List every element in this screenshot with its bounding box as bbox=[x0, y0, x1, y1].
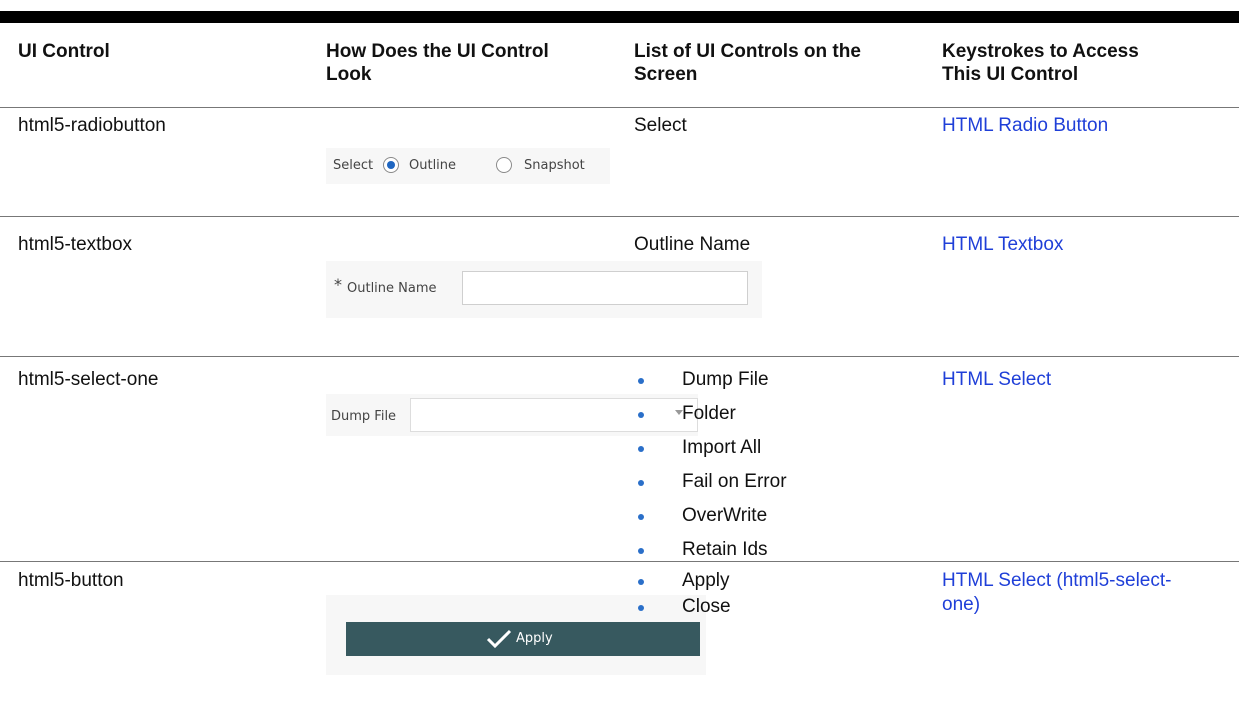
control-name: html5-button bbox=[18, 570, 124, 591]
list-item: Import All bbox=[634, 436, 787, 470]
control-name: html5-select-one bbox=[18, 369, 159, 390]
radio-outline[interactable] bbox=[383, 157, 399, 173]
required-mark: * bbox=[334, 275, 342, 294]
list-item: Dump File bbox=[634, 368, 787, 402]
control-name: html5-textbox bbox=[18, 234, 133, 255]
header-divider bbox=[0, 107, 1239, 108]
row-divider bbox=[0, 216, 1239, 217]
header-keystrokes: Keystrokes to Access This UI Control bbox=[942, 41, 1139, 85]
link-html-select[interactable]: HTML Select bbox=[942, 368, 1051, 392]
list-item: Folder bbox=[634, 402, 787, 436]
outline-name-input[interactable] bbox=[462, 271, 748, 305]
row-divider bbox=[0, 356, 1239, 357]
link-html-select-html5-select-one[interactable]: HTML Select (html5-select- one) bbox=[942, 569, 1171, 617]
radio-outline-label: Outline bbox=[409, 158, 457, 173]
apply-button-label: Apply bbox=[516, 631, 553, 646]
radio-mock: Select Outline Snapshot bbox=[326, 148, 610, 184]
link-html-radio-button[interactable]: HTML Radio Button bbox=[942, 114, 1108, 138]
list-item: Fail on Error bbox=[634, 470, 787, 504]
top-rule bbox=[0, 11, 1239, 23]
checkmark-icon bbox=[486, 629, 512, 649]
list-item: Select bbox=[634, 115, 687, 136]
list-item: Retain Ids bbox=[634, 538, 787, 572]
list-item: Outline Name bbox=[634, 234, 751, 255]
control-name: html5-radiobutton bbox=[18, 115, 166, 136]
list-item: Close bbox=[634, 595, 731, 629]
row-divider bbox=[0, 561, 1239, 562]
list-item: Apply bbox=[634, 569, 731, 595]
header-list: List of UI Controls on the Screen bbox=[634, 41, 861, 85]
textbox-label: Outline Name bbox=[347, 281, 437, 296]
radio-snapshot[interactable] bbox=[496, 157, 512, 173]
header-look: How Does the UI Control Look bbox=[326, 41, 549, 85]
header-ui-control: UI Control bbox=[18, 41, 110, 62]
radio-group-label: Select bbox=[333, 158, 374, 173]
button-list: Apply Close bbox=[634, 569, 731, 629]
textbox-mock: * Outline Name bbox=[326, 261, 762, 318]
select-options-list: Dump File Folder Import All Fail on Erro… bbox=[634, 368, 787, 572]
radio-snapshot-label: Snapshot bbox=[524, 158, 585, 173]
list-item: OverWrite bbox=[634, 504, 787, 538]
link-html-textbox[interactable]: HTML Textbox bbox=[942, 233, 1063, 257]
select-label: Dump File bbox=[331, 409, 397, 424]
